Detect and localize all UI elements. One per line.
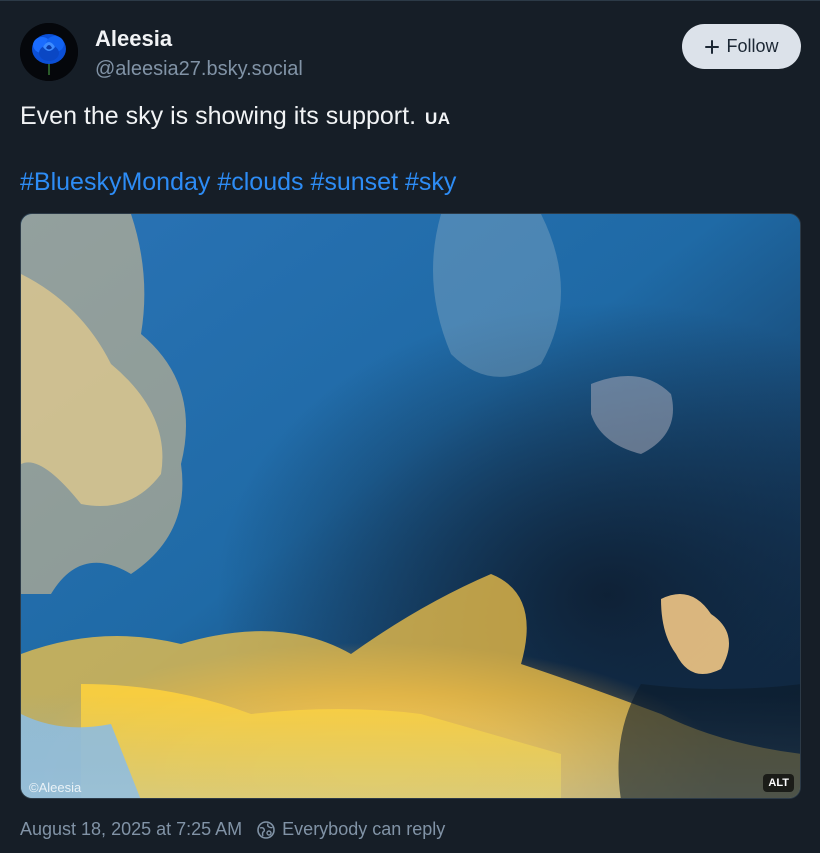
post-card: Aleesia @aleesia27.bsky.social Follow Ev… <box>0 0 820 853</box>
follow-button[interactable]: Follow <box>682 24 801 69</box>
photo-watermark: ©Aleesia <box>29 780 82 795</box>
post-text: Even the sky is showing its support. UA <box>20 99 451 136</box>
author-handle[interactable]: @aleesia27.bsky.social <box>95 56 303 82</box>
display-name[interactable]: Aleesia <box>95 25 172 53</box>
plus-icon <box>705 39 720 54</box>
globe-reply-icon <box>257 820 275 839</box>
hashtag-link[interactable]: #clouds <box>217 168 303 196</box>
blue-rose-icon <box>20 23 78 81</box>
avatar[interactable] <box>20 23 78 81</box>
post-body: Even the sky is showing its support. <box>20 102 417 130</box>
hashtag-link[interactable]: #BlueskyMonday <box>20 168 210 196</box>
post-image[interactable]: ©Aleesia ALT <box>20 213 801 799</box>
post-footer: August 18, 2025 at 7:25 AM Everybody can… <box>20 819 445 840</box>
ukraine-flag: UA <box>424 109 451 128</box>
hashtag-link[interactable]: #sunset <box>310 168 398 196</box>
sky-photo <box>21 214 800 798</box>
follow-button-label: Follow <box>726 36 779 56</box>
alt-text-button[interactable]: ALT <box>763 774 794 792</box>
reply-setting[interactable]: Everybody can reply <box>282 819 445 840</box>
hashtag-link[interactable]: #sky <box>405 168 456 196</box>
hashtag-list: #BlueskyMonday #clouds #sunset #sky <box>20 165 456 199</box>
post-timestamp[interactable]: August 18, 2025 at 7:25 AM <box>20 819 242 840</box>
